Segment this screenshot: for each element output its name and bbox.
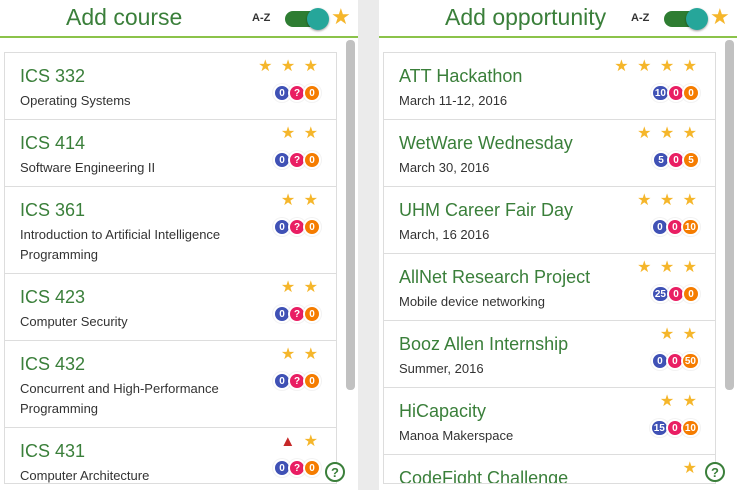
rating-stars: ★ ★ <box>281 192 320 210</box>
list-item[interactable]: CodeFight Challenge ★ <box>384 455 715 484</box>
star-icon: ★ ★ ★ <box>637 125 699 142</box>
toggle-knob[interactable] <box>307 8 329 30</box>
course-list[interactable]: ICS 332 Operating Systems ★ ★ ★ 0? 0 ICS 414 S… <box>4 52 337 484</box>
course-panel: Add course A-Z ★ ICS 332 Operating System… <box>0 0 358 490</box>
badge-group: 0? 0 <box>273 459 321 477</box>
sort-az-label: A-Z <box>252 12 271 24</box>
star-icon: ★ ★ ★ ★ <box>614 58 699 75</box>
badge-group: 505 <box>652 151 700 169</box>
panel-title: Add course <box>66 4 183 30</box>
list-item[interactable]: ICS 431 Computer Architecture ▲ ★ 0? 0 <box>5 428 336 483</box>
list-item[interactable]: ICS 414 Software Engineering II ★ ★ 0? 0 <box>5 120 336 187</box>
star-icon: ★ ★ <box>280 279 320 296</box>
item-subtitle: Computer Security <box>20 314 128 329</box>
badge-group: 0? 0 <box>273 151 321 169</box>
count-badge: 0 <box>303 459 321 477</box>
badge-group: 0? 0 <box>273 305 321 323</box>
badge-group: 10 0 0 <box>650 84 700 102</box>
star-icon: ★ ★ ★ <box>258 58 320 75</box>
item-subtitle: Mobile device networking <box>399 294 545 309</box>
star-icon: ★ ★ <box>659 326 699 343</box>
opportunity-list[interactable]: ATT Hackathon March 11-12, 2016 ★ ★ ★ ★ 10 0… <box>383 52 716 484</box>
list-item[interactable]: ICS 361 Introduction to Artificial Intell… <box>5 187 336 274</box>
item-title: CodeFight Challenge <box>399 468 569 484</box>
rating-stars: ★ ★ <box>281 125 320 143</box>
item-subtitle: Computer Architecture <box>20 468 150 483</box>
count-badge: 0 <box>303 151 321 169</box>
help-icon[interactable]: ? <box>705 462 725 482</box>
scrollbar[interactable] <box>346 40 355 390</box>
rating-stars: ★ ★ ★ <box>258 58 320 76</box>
star-icon: ★ ★ <box>280 125 320 142</box>
badge-group: 0 0 10 <box>650 218 700 236</box>
count-badge: 50 <box>680 352 700 370</box>
star-icon[interactable]: ★ <box>331 6 351 28</box>
rating-stars: ★ ★ <box>660 393 699 411</box>
item-subtitle: March 30, 2016 <box>399 160 490 175</box>
toggle-knob[interactable] <box>686 8 708 30</box>
help-icon[interactable]: ? <box>325 462 345 482</box>
opportunity-panel-header: Add opportunity A-Z ★ <box>379 0 737 38</box>
item-subtitle: March, 16 2016 <box>399 227 490 242</box>
badge-group: 15 0 10 <box>649 419 700 437</box>
list-item[interactable]: ATT Hackathon March 11-12, 2016 ★ ★ ★ ★ 10 0… <box>384 53 715 120</box>
badge-group: 0? 0 <box>273 372 321 390</box>
count-badge: 0 <box>682 84 700 102</box>
rating-stars: ★ ★ <box>660 326 699 344</box>
sort-az-label: A-Z <box>631 12 650 24</box>
list-item[interactable]: HiCapacity Manoa Makerspace ★ ★ 15 0 10 <box>384 388 715 455</box>
count-badge: 0 <box>303 372 321 390</box>
count-badge: 5 <box>682 151 700 169</box>
rating-stars: ▲ ★ <box>280 433 320 451</box>
item-subtitle: March 11-12, 2016 <box>399 93 508 108</box>
rating-stars: ★ ★ ★ <box>637 192 699 210</box>
count-badge: 0 <box>303 305 321 323</box>
list-item[interactable]: ICS 423 Computer Security ★ ★ 0? 0 <box>5 274 336 341</box>
star-icon: ★ ★ <box>280 346 320 363</box>
rating-stars: ★ ★ ★ <box>637 125 699 143</box>
item-subtitle: Summer, 2016 <box>399 361 484 376</box>
star-icon: ★ ★ <box>659 393 699 410</box>
count-badge: 0 <box>303 218 321 236</box>
star-icon[interactable]: ★ <box>710 6 730 28</box>
list-item[interactable]: UHM Career Fair Day March, 16 2016 ★ ★ ★ 0 0… <box>384 187 715 254</box>
star-icon: ★ <box>682 460 699 477</box>
count-badge: 0 <box>303 84 321 102</box>
list-item[interactable]: WetWare Wednesday March 30, 2016 ★ ★ ★ 5 0 5 <box>384 120 715 187</box>
star-icon: ★ ★ ★ <box>637 259 699 276</box>
badge-group: 0 0 50 <box>650 352 700 370</box>
item-subtitle: Software Engineering II <box>20 160 156 175</box>
star-icon: ★ ★ ★ <box>637 192 699 209</box>
list-item[interactable]: AllNet Research Project Mobile device net… <box>384 254 715 321</box>
badge-group: 0? 0 <box>273 218 321 236</box>
opportunity-panel: Add opportunity A-Z ★ ATT Hackathon March… <box>379 0 737 490</box>
count-badge: 10 <box>680 419 700 437</box>
badge-group: 0? 0 <box>273 84 321 102</box>
list-item[interactable]: ICS 332 Operating Systems ★ ★ ★ 0? 0 <box>5 53 336 120</box>
rating-stars: ★ ★ <box>281 346 320 364</box>
item-subtitle: Manoa Makerspace <box>399 428 514 443</box>
rating-stars: ★ ★ <box>281 279 320 297</box>
rating-stars: ★ ★ ★ ★ <box>614 58 699 76</box>
star-icon: ★ <box>303 433 320 450</box>
course-panel-header: Add course A-Z ★ <box>0 0 358 38</box>
list-item[interactable]: ICS 432 Concurrent and High-Performance P… <box>5 341 336 428</box>
rating-stars: ★ ★ ★ <box>637 259 699 277</box>
rating-stars: ★ <box>683 460 699 478</box>
item-subtitle: Concurrent and High-Performance Programm… <box>20 381 219 416</box>
list-item[interactable]: Booz Allen Internship Summer, 2016 ★ ★ 0 0 50 <box>384 321 715 388</box>
item-subtitle: Operating Systems <box>20 93 131 108</box>
panel-title: Add opportunity <box>445 4 607 30</box>
sort-toggle[interactable] <box>664 8 708 30</box>
star-icon: ★ ★ <box>280 192 320 209</box>
warning-icon: ▲ <box>280 433 298 450</box>
count-badge: 0 <box>682 285 700 303</box>
item-subtitle: Introduction to Artificial Intelligence … <box>20 227 221 262</box>
scrollbar[interactable] <box>725 40 734 390</box>
sort-toggle[interactable] <box>285 8 329 30</box>
count-badge: 10 <box>680 218 700 236</box>
badge-group: 25 0 0 <box>650 285 700 303</box>
